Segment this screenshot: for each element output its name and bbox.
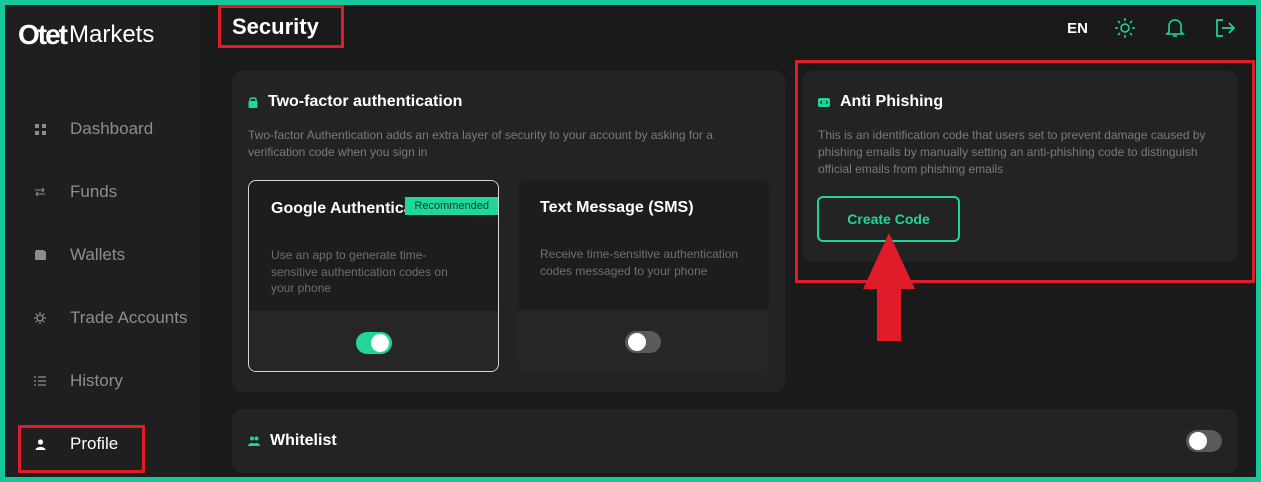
list-icon [32,376,48,386]
users-icon [248,436,260,446]
brand-logo[interactable]: Otet Markets [18,17,154,53]
page-title: Security [232,14,319,39]
google-authenticator-toggle[interactable] [356,332,392,354]
anti-phishing-description: This is an identification code that user… [818,128,1206,176]
user-icon [32,438,48,450]
toggle-knob [628,333,646,351]
sidebar-item-label: Dashboard [70,119,154,138]
grid-icon [32,123,48,135]
sidebar-item-label: Trade Accounts [70,308,188,327]
sidebar-item-trade-accounts[interactable]: Trade Accounts [5,298,201,338]
sidebar-item-label: Funds [70,182,118,201]
google-authenticator-option[interactable]: Google Authenticator Recommended Use an … [248,180,499,372]
sidebar-item-label: Wallets [70,245,126,264]
sms-toggle[interactable] [625,331,661,353]
anti-phishing-title: Anti Phishing [818,93,943,111]
transfer-arrows-icon [32,187,48,197]
sms-option[interactable]: Text Message (SMS) Receive time-sensitiv… [518,180,769,372]
annotation-arrow-up-icon [863,233,915,341]
sidebar-item-label: Profile [70,434,119,453]
method-description: Receive time-sensitive authentication co… [540,247,739,278]
sidebar-item-dashboard[interactable]: Dashboard [5,109,201,149]
sidebar-item-funds[interactable]: Funds [5,172,201,212]
whitelist-toggle[interactable] [1186,430,1222,452]
sidebar: Otet Markets Dashboard Funds Wallets Tra… [5,5,201,477]
sidebar-item-label: History [70,371,123,390]
two-factor-description: Two-factor Authentication adds an extra … [248,128,713,159]
top-toolbar: EN [1067,15,1238,41]
sidebar-item-wallets[interactable]: Wallets [5,235,201,275]
whitelist-card[interactable]: Whitelist [232,409,1238,473]
method-title: Text Message (SMS) [540,199,694,216]
gear-icon [32,312,48,324]
lock-icon [248,96,258,108]
two-factor-title-text: Two-factor authentication [268,93,463,110]
method-description: Use an app to generate time-sensitive au… [271,248,448,295]
wallet-icon [32,250,48,260]
logo-text: Markets [69,21,155,48]
language-selector[interactable]: EN [1067,20,1088,37]
sidebar-item-profile[interactable]: Profile [5,424,201,464]
two-factor-title: Two-factor authentication [248,93,462,111]
sun-icon[interactable] [1112,15,1138,41]
two-factor-card: Two-factor authentication Two-factor Aut… [232,71,785,392]
toggle-knob [1189,432,1207,450]
toggle-knob [371,334,389,352]
whitelist-title-text: Whitelist [270,432,337,449]
whitelist-title: Whitelist [248,432,337,450]
recommended-badge: Recommended [405,197,498,215]
app-window: Otet Markets Dashboard Funds Wallets Tra… [5,5,1256,477]
logo-mark: Otet [18,19,68,50]
sidebar-item-history[interactable]: History [5,361,201,401]
anti-phishing-title-text: Anti Phishing [840,93,944,110]
bell-icon[interactable] [1162,15,1188,41]
logout-icon[interactable] [1212,15,1238,41]
code-icon [818,97,830,107]
